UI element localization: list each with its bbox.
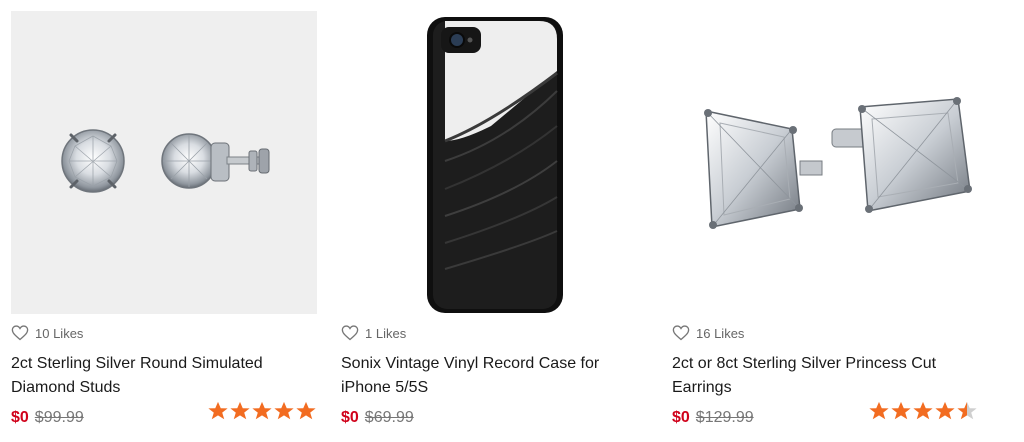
likes-row[interactable]: 16 Likes [672, 322, 744, 344]
star-icon [229, 400, 251, 422]
star-icon [207, 400, 229, 422]
likes-count: 1 Likes [365, 325, 407, 341]
star-icon [868, 400, 890, 422]
star-half-icon [956, 400, 978, 422]
star-icon [890, 400, 912, 422]
product-title[interactable]: Sonix Vintage Vinyl Record Case for iPho… [341, 352, 647, 400]
rating-stars [207, 400, 317, 422]
heart-outline-icon[interactable] [11, 325, 29, 341]
rating-stars [868, 400, 978, 422]
sale-price: $0 [672, 409, 690, 426]
product-card[interactable]: 16 Likes 2ct or 8ct Sterling Silver Prin… [672, 0, 978, 442]
likes-row[interactable]: 1 Likes [341, 322, 406, 344]
star-icon [295, 400, 317, 422]
sale-price: $0 [341, 409, 359, 426]
star-icon [273, 400, 295, 422]
original-price: $69.99 [364, 409, 414, 426]
price-row: $0 $69.99 [341, 406, 647, 430]
product-title[interactable]: 2ct Sterling Silver Round Simulated Diam… [11, 352, 317, 400]
likes-row[interactable]: 10 Likes [11, 322, 83, 344]
heart-outline-icon[interactable] [672, 325, 690, 341]
likes-count: 10 Likes [35, 325, 84, 341]
product-image[interactable] [672, 11, 978, 314]
original-price: $99.99 [34, 409, 84, 426]
original-price: $129.99 [695, 409, 754, 426]
likes-count: 16 Likes [696, 325, 745, 341]
product-image[interactable] [11, 11, 317, 314]
star-icon [912, 400, 934, 422]
star-icon [251, 400, 273, 422]
star-icon [934, 400, 956, 422]
heart-outline-icon[interactable] [341, 325, 359, 341]
product-image[interactable] [341, 11, 647, 314]
product-card[interactable]: 10 Likes 2ct Sterling Silver Round Simul… [11, 0, 317, 442]
product-title[interactable]: 2ct or 8ct Sterling Silver Princess Cut … [672, 352, 978, 400]
sale-price: $0 [11, 409, 29, 426]
product-card[interactable]: 1 Likes Sonix Vintage Vinyl Record Case … [341, 0, 647, 442]
